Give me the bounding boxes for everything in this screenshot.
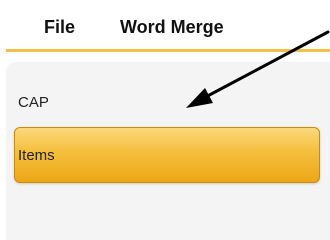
- app-root: File Word Merge CAP Items: [0, 0, 330, 240]
- list-item-label: Items: [18, 147, 55, 164]
- menu-bar: File Word Merge: [0, 0, 330, 50]
- list-item-cap[interactable]: CAP: [18, 94, 49, 112]
- menu-file[interactable]: File: [44, 16, 75, 38]
- list-item-items[interactable]: Items: [14, 127, 320, 183]
- menu-word-merge[interactable]: Word Merge: [120, 16, 224, 38]
- menu-accent-divider: [6, 49, 330, 52]
